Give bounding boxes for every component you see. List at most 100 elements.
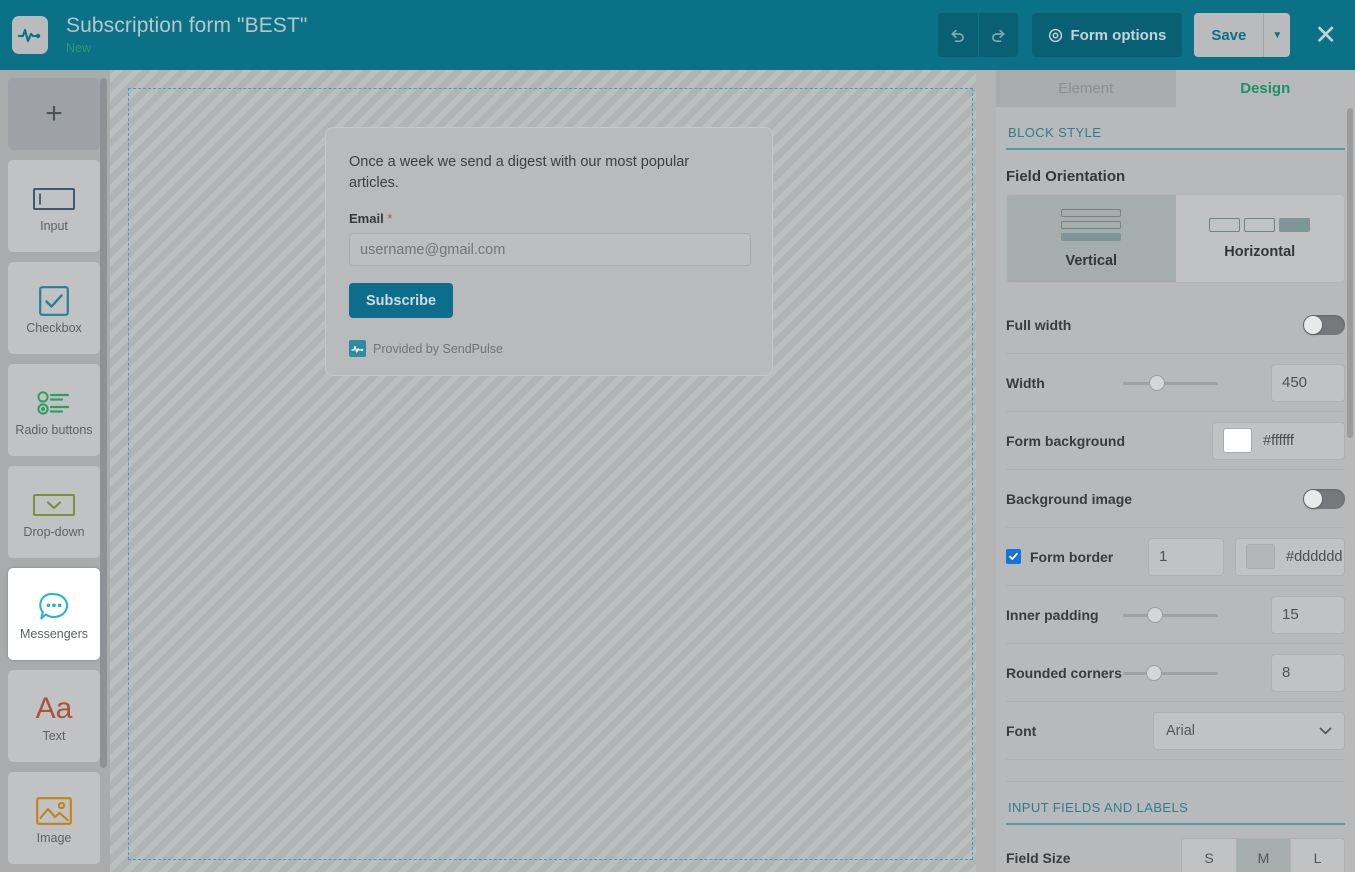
slider-knob[interactable] — [1149, 374, 1165, 391]
dropdown-icon — [33, 485, 75, 525]
plus-icon: + — [45, 97, 63, 130]
sidebar-item-label: Messengers — [19, 627, 89, 641]
sendpulse-logo-icon — [349, 340, 366, 357]
color-swatch — [1223, 428, 1252, 453]
subscription-form-preview[interactable]: Once a week we send a digest with our mo… — [325, 127, 773, 376]
checkbox-icon — [39, 281, 69, 321]
header-actions: Form options Save ▼ ✕ — [937, 13, 1342, 57]
status-badge: New — [66, 41, 92, 55]
row-label: Rounded corners — [1006, 664, 1122, 681]
form-border-color-picker[interactable]: #dddddd — [1235, 537, 1345, 576]
color-value: #ffffff — [1263, 432, 1294, 449]
email-field-label: Email * — [349, 211, 757, 226]
sidebar-item-label: Image — [36, 831, 72, 845]
slider-knob[interactable] — [1146, 664, 1162, 681]
width-slider[interactable] — [1123, 374, 1218, 391]
font-select[interactable]: Arial — [1153, 711, 1345, 750]
form-background-color-picker[interactable]: #ffffff — [1212, 421, 1345, 460]
inner-padding-input[interactable] — [1271, 595, 1345, 634]
orientation-option-horizontal[interactable]: Horizontal — [1175, 195, 1344, 282]
row-label: Font — [1006, 722, 1037, 739]
form-border-width-input[interactable] — [1148, 537, 1224, 576]
gear-icon — [1048, 28, 1063, 43]
row-label: Full width — [1006, 316, 1072, 333]
sidebar-item-checkbox[interactable]: Checkbox — [8, 262, 100, 354]
chevron-down-icon — [1319, 727, 1332, 735]
row-inner-padding: Inner padding — [1006, 586, 1345, 644]
subscribe-button[interactable]: Subscribe — [349, 283, 454, 318]
row-label: Inner padding — [1006, 606, 1099, 623]
section-divider — [1006, 823, 1345, 825]
form-border-checkbox-group: Form border — [1006, 549, 1113, 565]
panel-body: BLOCK STYLE Field Orientation Vertical H… — [996, 107, 1355, 872]
row-form-background: Form background #ffffff — [1006, 412, 1345, 470]
row-label: Form border — [1030, 548, 1114, 565]
section-title-input-fields: INPUT FIELDS AND LABELS — [1008, 800, 1189, 815]
sidebar-item-input[interactable]: Input — [8, 160, 100, 252]
form-canvas[interactable]: Once a week we send a digest with our mo… — [110, 70, 976, 872]
slider-track — [1123, 613, 1218, 617]
panel-scrollbar[interactable] — [1347, 108, 1353, 438]
text-aa-icon: Aa — [35, 692, 73, 725]
background-image-toggle[interactable] — [1303, 488, 1345, 509]
close-x-icon[interactable]: ✕ — [1310, 21, 1341, 49]
rounded-corners-input[interactable] — [1271, 653, 1345, 692]
font-select-value: Arial — [1166, 722, 1196, 739]
form-options-label: Form options — [1070, 26, 1167, 44]
row-form-border: Form border #dddddd — [1006, 528, 1345, 586]
sidebar-item-messengers[interactable]: Messengers — [8, 568, 100, 660]
section-divider — [1006, 148, 1345, 150]
elements-sidebar: + Input Checkbox Radio buttons Drop-down… — [0, 70, 110, 872]
pulse-logo-icon — [12, 16, 48, 54]
vertical-layout-icon — [1061, 208, 1122, 241]
redo-arrow-icon[interactable] — [977, 13, 1018, 57]
sidebar-item-label: Text — [42, 729, 66, 743]
panel-tabs: Element Design — [996, 70, 1355, 107]
row-label: Background image — [1006, 490, 1133, 507]
row-background-image: Background image — [1006, 470, 1345, 528]
save-button-group: Save ▼ — [1194, 13, 1291, 57]
undo-redo-group — [937, 13, 1018, 57]
sidebar-item-label: Checkbox — [26, 321, 82, 335]
field-size-segmented-control: S M L — [1181, 838, 1345, 872]
slider-knob[interactable] — [1147, 606, 1163, 623]
form-options-button[interactable]: Form options — [1031, 13, 1183, 57]
sidebar-item-label: Radio buttons — [15, 423, 93, 437]
email-input[interactable] — [349, 233, 751, 266]
section-gap — [1006, 760, 1345, 782]
field-size-option-m[interactable]: M — [1236, 839, 1290, 872]
sidebar-item-drop-down[interactable]: Drop-down — [8, 466, 100, 558]
orientation-option-vertical[interactable]: Vertical — [1007, 195, 1176, 282]
save-button[interactable]: Save — [1194, 13, 1263, 57]
row-rounded-corners: Rounded corners — [1006, 644, 1345, 702]
tab-design[interactable]: Design — [1176, 70, 1355, 107]
radio-buttons-icon — [37, 383, 71, 423]
tab-element[interactable]: Element — [996, 70, 1176, 107]
sidebar-item-image[interactable]: Image — [8, 772, 100, 864]
undo-arrow-icon[interactable] — [938, 13, 978, 57]
design-panel: Element Design BLOCK STYLE Field Orienta… — [996, 70, 1355, 872]
color-swatch — [1246, 544, 1275, 569]
inner-padding-slider[interactable] — [1123, 606, 1218, 623]
rounded-corners-slider[interactable] — [1123, 664, 1218, 681]
full-width-toggle[interactable] — [1303, 314, 1345, 335]
horizontal-layout-icon — [1209, 217, 1311, 232]
provider-text: Provided by SendPulse — [373, 341, 503, 356]
text-input-icon — [33, 179, 75, 219]
sidebar-scrollbar[interactable] — [100, 78, 107, 768]
header-titles: Subscription form "BEST" New — [66, 13, 938, 57]
row-label: Form background — [1006, 432, 1126, 449]
add-element-button[interactable]: + — [8, 78, 100, 150]
sidebar-tile-list: + Input Checkbox Radio buttons Drop-down… — [0, 70, 110, 864]
sidebar-item-radio-buttons[interactable]: Radio buttons — [8, 364, 100, 456]
sidebar-item-text[interactable]: Aa Text — [8, 670, 100, 762]
save-dropdown-chevron-down-icon[interactable]: ▼ — [1263, 13, 1290, 57]
messengers-chat-icon — [38, 587, 70, 627]
field-size-option-s[interactable]: S — [1182, 839, 1236, 872]
form-description: Once a week we send a digest with our mo… — [349, 154, 690, 191]
form-border-checkbox[interactable] — [1006, 549, 1021, 564]
width-input[interactable] — [1271, 363, 1345, 402]
field-size-option-l[interactable]: L — [1290, 839, 1344, 872]
section-title-block-style: BLOCK STYLE — [1008, 125, 1102, 140]
page-title: Subscription form "BEST" — [66, 14, 308, 37]
